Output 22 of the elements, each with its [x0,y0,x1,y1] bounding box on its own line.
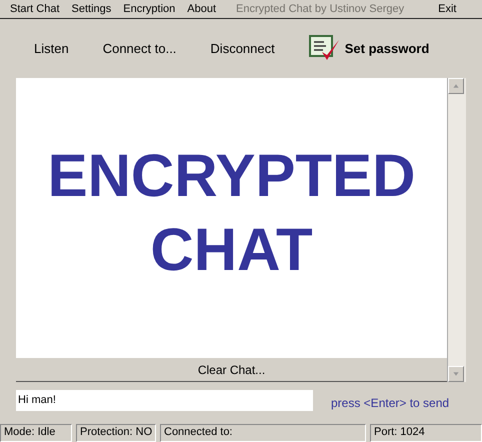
menu-item[interactable]: Encryption [117,3,182,15]
toolbar-button[interactable]: Disconnect [202,41,283,56]
chat-text: CHAT [150,220,313,280]
set-password-button[interactable]: Set password [300,34,438,62]
menu-item[interactable]: About [181,3,222,15]
scrollbar[interactable] [447,78,466,382]
menu-item[interactable]: Exit [432,3,462,15]
chat-text: ENCRYPTED [48,146,416,206]
status-cell: Port: 1024 [370,424,482,442]
send-hint: press <Enter> to send [331,396,450,410]
status-cell: Protection: NO [76,424,156,442]
menu-item[interactable]: Start Chat [4,3,66,15]
window-title: Encrypted Chat by Ustinov Sergey [235,3,406,15]
status-cell: Mode: Idle [0,424,72,442]
toolbar-button[interactable]: Connect to... [94,41,184,56]
status-cell: Connected to: [160,424,366,442]
scroll-up-icon[interactable] [448,78,464,94]
menu-item[interactable]: Settings [66,3,118,15]
toolbar-button[interactable]: Listen [26,41,77,56]
scroll-down-icon[interactable] [448,366,464,382]
certificate-check-icon [308,34,341,62]
message-field[interactable]: Hi man! [16,390,313,410]
